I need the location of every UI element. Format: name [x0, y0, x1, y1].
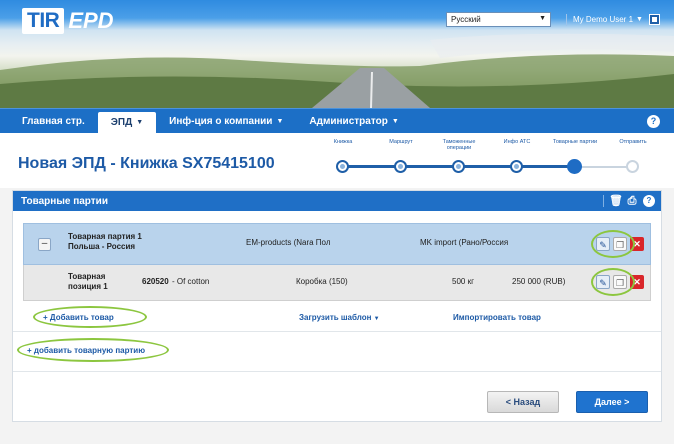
page-header: Новая ЭПД - Книжка SX75415100 Книжка Мар…: [0, 133, 674, 188]
step-dot-vehicle-info[interactable]: [510, 160, 523, 173]
divider: [13, 371, 661, 372]
import-item-link[interactable]: Импортировать товар: [453, 313, 541, 322]
item-description: - Of cotton: [172, 277, 210, 286]
top-bar: TIR EPD Русский ▼ My Demo User 1 ▼: [0, 0, 674, 34]
chevron-down-icon: ▼: [373, 316, 380, 322]
panel-title: Товарные партии: [21, 195, 108, 207]
item-weight: 500 кг: [452, 277, 474, 286]
item-hs-code: 620520: [142, 277, 169, 286]
print-icon[interactable]: ⎙: [626, 195, 638, 207]
user-menu[interactable]: My Demo User 1 ▼: [566, 12, 662, 27]
step-label: Книжка: [333, 139, 353, 145]
batch-name: Товарная партия 1: [68, 232, 142, 241]
highlight-oval: [33, 306, 147, 328]
goods-batch-row[interactable]: – Товарная партия 1 Польша - Россия EM-p…: [23, 223, 651, 265]
language-select[interactable]: Русский ▼: [446, 12, 551, 27]
nav-item-company-info[interactable]: Инф-ция о компании ▼: [156, 109, 296, 133]
tir-epd-logo[interactable]: TIR EPD: [22, 6, 114, 36]
divider: [13, 331, 661, 332]
highlight-oval: [591, 230, 635, 258]
collapse-button[interactable]: –: [38, 238, 51, 251]
divider: [603, 195, 604, 207]
nav-item-epd[interactable]: ЭПД ▼: [97, 112, 157, 133]
step-label: Таможенные операции: [442, 139, 476, 151]
next-button[interactable]: Далее >: [576, 391, 648, 413]
batch-sender: EM-products (Nara Пол: [246, 238, 331, 247]
batch-route: Польша - Россия: [68, 242, 136, 251]
goods-item-row[interactable]: Товарная позиция 1 620520 - Of cotton Ко…: [23, 265, 651, 301]
nav-item-label: ЭПД: [110, 117, 133, 128]
logo-tir: TIR: [22, 8, 65, 34]
logo-epd: EPD: [68, 8, 114, 33]
step-dot-customs[interactable]: [452, 160, 465, 173]
chevron-down-icon: ▼: [539, 15, 546, 22]
nav-item-home[interactable]: Главная стр.: [0, 109, 98, 133]
trash-icon[interactable]: 🗑: [609, 195, 623, 207]
nav-item-label: Главная стр.: [22, 115, 85, 127]
divider: [566, 13, 567, 26]
load-template-label: Загрузить шаблон: [299, 313, 372, 322]
item-position: позиция 1: [68, 282, 108, 291]
step-dot-route[interactable]: [394, 160, 407, 173]
step-dot-send[interactable]: [626, 160, 639, 173]
highlight-oval: [591, 268, 635, 296]
back-button[interactable]: < Назад: [487, 391, 559, 413]
panel-header: Товарные партии 🗑 ⎙ ?: [13, 191, 661, 211]
batch-receiver: MK import (Рано/Россия: [420, 238, 509, 247]
nav-item-administrator[interactable]: Администратор ▼: [296, 109, 411, 133]
step-dot-goods-batches[interactable]: [567, 159, 582, 174]
help-icon[interactable]: ?: [643, 195, 655, 207]
panel-toolbar: 🗑 ⎙ ?: [603, 195, 655, 207]
main-nav: Главная стр. ЭПД ▼ Инф-ция о компании ▼ …: [0, 108, 674, 133]
header-banner: TIR EPD Русский ▼ My Demo User 1 ▼: [0, 0, 674, 108]
wizard-stepper: Книжка Маршрут Таможенные операции Инфо …: [320, 137, 670, 185]
user-name: My Demo User 1: [573, 15, 634, 24]
help-icon[interactable]: ?: [647, 115, 660, 128]
item-value: 250 000 (RUB): [512, 277, 566, 286]
logout-icon[interactable]: [648, 14, 660, 25]
item-packaging: Коробка (150): [296, 277, 348, 286]
nav-item-label: Инф-ция о компании: [169, 115, 273, 127]
step-label: Маршрут: [389, 139, 413, 145]
step-label: Инфо АТС: [503, 139, 531, 145]
chevron-down-icon: ▼: [136, 119, 144, 126]
nav-item-label: Администратор: [309, 115, 388, 127]
language-value: Русский: [451, 15, 481, 24]
goods-batches-panel: Товарные партии 🗑 ⎙ ? – Товарная партия …: [12, 190, 662, 422]
load-template-link[interactable]: Загрузить шаблон ▼: [299, 313, 380, 322]
highlight-oval: [17, 338, 169, 362]
step-label: Товарные партии: [552, 139, 598, 145]
chevron-down-icon: ▼: [636, 16, 643, 23]
page-title: Новая ЭПД - Книжка SX75415100: [18, 155, 275, 172]
step-dot-book[interactable]: [336, 160, 349, 173]
chevron-down-icon: ▼: [391, 117, 399, 125]
step-label: Отправить: [619, 139, 647, 145]
item-name: Товарная: [68, 272, 106, 281]
chevron-down-icon: ▼: [276, 117, 284, 125]
